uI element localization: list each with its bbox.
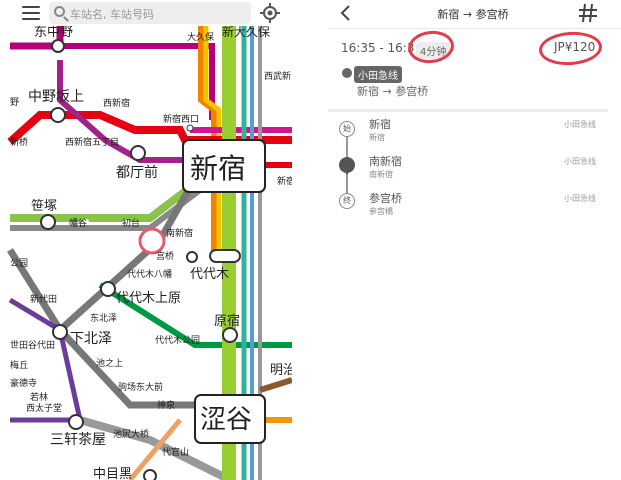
station-dot bbox=[52, 324, 68, 340]
station-label: 公园 bbox=[10, 258, 28, 269]
hashtag-icon[interactable] bbox=[578, 2, 598, 24]
station-label: 都厅前 bbox=[116, 164, 158, 181]
station-label: 三轩茶屋 bbox=[50, 432, 106, 448]
station-label: 世田谷代田 bbox=[10, 339, 55, 351]
station-label: 代代木八幡 bbox=[127, 268, 172, 280]
station-capsule bbox=[209, 249, 241, 263]
station-label: 新宿西口 bbox=[163, 113, 199, 125]
station-label: 宫桥 bbox=[156, 250, 174, 262]
search-placeholder: 车站名, 车站号码 bbox=[70, 8, 154, 21]
station-dot bbox=[186, 251, 198, 263]
stop-item[interactable]: 南新宿 南新宿 小田急线 bbox=[328, 153, 621, 187]
station-label: 笹塚 bbox=[31, 198, 57, 214]
station-label: 东北泽 bbox=[90, 312, 117, 324]
station-label: 中野坂上 bbox=[28, 89, 84, 105]
subway-map[interactable]: 新宿 涩谷 东中野 大久保 新大久保 西武新 中野坂上 西新宿 新宿西口 野 西… bbox=[0, 26, 292, 480]
station-label: 代官山 bbox=[162, 446, 189, 458]
station-dot bbox=[100, 281, 116, 297]
current-stop-pin-icon bbox=[339, 157, 355, 175]
station-dot bbox=[40, 214, 56, 230]
station-label: 代代木上原 bbox=[116, 291, 181, 306]
station-label: 西新宿五丁目 bbox=[65, 136, 119, 148]
route-subtitle: 新宿 → 参宫桥 bbox=[357, 85, 429, 98]
stop-name: 新宿 bbox=[369, 118, 391, 131]
station-label: 大久保 bbox=[187, 31, 214, 43]
station-label: 南新宿 bbox=[166, 227, 193, 239]
station-dot bbox=[222, 327, 238, 343]
route-topbar: 新宿 → 参宫桥 bbox=[328, 0, 621, 26]
stop-reading: 南新宿 bbox=[369, 170, 393, 179]
station-label: 梅丘 bbox=[10, 359, 28, 371]
back-arrow-icon[interactable] bbox=[336, 3, 356, 23]
price-annotation-circle bbox=[537, 29, 604, 68]
station-dot bbox=[143, 469, 157, 480]
station-label: 池尻大桥 bbox=[113, 428, 149, 440]
current-station-marker bbox=[138, 227, 166, 255]
route-title: 新宿 → 参宫桥 bbox=[437, 8, 509, 21]
station-dot bbox=[50, 107, 66, 123]
station-dot bbox=[51, 39, 65, 53]
stop-reading: 新宿 bbox=[369, 133, 385, 142]
locate-icon[interactable] bbox=[260, 3, 280, 23]
station-label: 西太子堂 bbox=[26, 402, 62, 414]
station-label: 驹场东大前 bbox=[118, 381, 163, 393]
station-label: 代代木公园 bbox=[155, 334, 200, 346]
station-label: 明治 bbox=[270, 363, 292, 378]
route-summary[interactable]: 16:35 - 16:3 4分钟 JP¥120 小田急线 新宿 → 参宫桥 bbox=[328, 28, 621, 110]
station-search-input[interactable]: 车站名, 车站号码 bbox=[49, 2, 251, 24]
stop-item[interactable]: 始 新宿 新宿 小田急线 bbox=[328, 116, 621, 150]
stop-line: 小田急线 bbox=[564, 120, 596, 129]
station-dot bbox=[68, 414, 84, 430]
station-label: 神泉 bbox=[157, 399, 175, 411]
line-color-dot bbox=[342, 68, 352, 78]
station-label: 原宿 bbox=[214, 313, 240, 329]
stop-reading: 参宫橋 bbox=[369, 207, 393, 216]
station-label: 野 bbox=[10, 97, 19, 108]
station-label: 新桥 bbox=[10, 136, 28, 148]
hamburger-menu-icon[interactable] bbox=[22, 6, 40, 20]
stop-name: 南新宿 bbox=[369, 155, 402, 168]
station-label: 新代田 bbox=[30, 293, 57, 305]
section-divider bbox=[328, 109, 608, 112]
stop-line: 小田急线 bbox=[564, 194, 596, 203]
route-detail-panel: 新宿 → 参宫桥 16:35 - 16:3 4分钟 JP¥120 小田急线 新宿… bbox=[328, 0, 621, 480]
station-label: 幡谷 bbox=[69, 217, 87, 229]
shinjuku-station-label: 新宿 bbox=[190, 152, 246, 185]
line-name-badge: 小田急线 bbox=[354, 66, 402, 83]
station-label: 初台 bbox=[122, 217, 140, 229]
duration-annotation-circle bbox=[406, 28, 456, 66]
station-dot bbox=[130, 145, 146, 161]
stop-list: 始 新宿 新宿 小田急线 南新宿 南新宿 小田急线 终 参宫桥 参宫橋 小田急线 bbox=[328, 116, 621, 226]
station-label: 新大久保 bbox=[222, 26, 270, 39]
start-marker: 始 bbox=[339, 121, 355, 137]
station-label: 西武新 bbox=[264, 70, 291, 82]
stop-line: 小田急线 bbox=[564, 157, 596, 166]
departure-arrival-time: 16:35 - 16:3 bbox=[341, 41, 415, 55]
station-label: 豪德寺 bbox=[10, 377, 37, 389]
station-label: 西新宿 bbox=[103, 97, 130, 109]
station-dot bbox=[186, 124, 194, 132]
station-label: 中目黑 bbox=[93, 467, 132, 480]
station-label: 代代木 bbox=[190, 267, 229, 282]
stop-item[interactable]: 终 参宫桥 参宫橋 小田急线 bbox=[328, 190, 621, 224]
station-label: 东中野 bbox=[34, 26, 73, 40]
station-label: 下北泽 bbox=[70, 331, 112, 347]
search-icon bbox=[54, 6, 65, 17]
map-panel: 车站名, 车站号码 新宿 涩谷 东中野 大久保 新大久保 西武新 中野坂上 西新… bbox=[0, 0, 292, 480]
station-label: 若林 bbox=[30, 391, 48, 403]
end-marker: 终 bbox=[339, 193, 355, 209]
stop-name: 参宫桥 bbox=[369, 192, 402, 205]
map-search-bar: 车站名, 车站号码 bbox=[0, 0, 292, 26]
station-label: 池之上 bbox=[96, 357, 123, 369]
shibuya-station-label: 涩谷 bbox=[200, 405, 252, 435]
station-label: 新宿 bbox=[277, 175, 292, 187]
